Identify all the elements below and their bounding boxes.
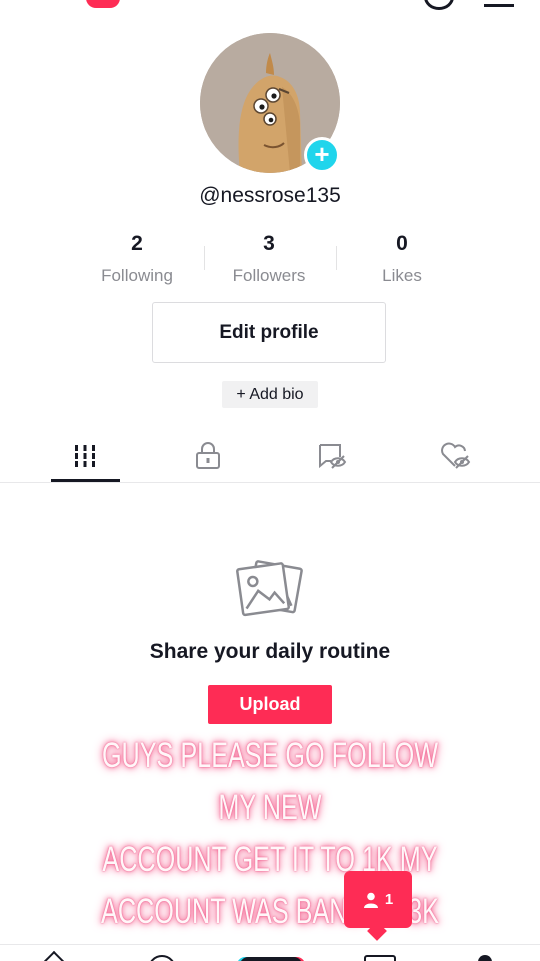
grid-icon <box>75 445 95 467</box>
likes-label: Likes <box>382 266 422 285</box>
overlay-line: GUYS PLEASE GO FOLLOW MY NEW <box>101 736 439 827</box>
add-bio-button[interactable]: + Add bio <box>222 381 318 408</box>
stat-likes[interactable]: 0 Likes <box>337 232 467 286</box>
empty-state-title: Share your daily routine <box>149 640 391 663</box>
tab-private[interactable] <box>178 438 238 474</box>
qr-icon[interactable] <box>424 0 454 10</box>
discover-icon[interactable] <box>148 955 176 961</box>
likes-count: 0 <box>396 232 408 255</box>
followers-label: Followers <box>232 266 306 285</box>
top-bar: ⁺ <box>0 0 540 20</box>
create-button[interactable] <box>240 957 302 961</box>
image-icon <box>234 556 308 622</box>
upload-button[interactable]: Upload <box>208 685 332 724</box>
person-icon <box>363 892 378 908</box>
following-count: 2 <box>131 232 143 255</box>
tab-tagged[interactable] <box>302 438 362 474</box>
followers-count: 3 <box>263 232 275 255</box>
avatar-container: + <box>200 33 340 173</box>
overlay-caption: GUYS PLEASE GO FOLLOW MY NEW ACCOUNT GET… <box>20 730 520 938</box>
following-label: Following <box>101 266 173 285</box>
brand-badge <box>86 0 120 8</box>
tab-videos[interactable] <box>55 438 115 474</box>
menu-icon[interactable] <box>484 0 514 7</box>
tab-liked[interactable] <box>425 438 485 474</box>
avatar-add-button[interactable]: + <box>304 137 340 173</box>
edit-profile-button[interactable]: Edit profile <box>152 302 386 363</box>
liked-icon <box>441 442 471 469</box>
inbox-icon[interactable] <box>364 955 396 961</box>
profile-icon[interactable] <box>478 955 492 961</box>
add-account-icon[interactable]: ⁺ <box>22 0 35 13</box>
bottom-nav <box>0 944 540 961</box>
home-icon[interactable] <box>39 950 69 961</box>
new-follower-notification[interactable]: 1 <box>344 871 412 941</box>
username: @nessrose135 <box>199 184 341 207</box>
stat-followers[interactable]: 3 Followers <box>204 232 334 286</box>
notification-count: 1 <box>384 891 394 908</box>
lock-icon <box>196 442 220 469</box>
tagged-icon <box>319 444 347 469</box>
stat-following[interactable]: 2 Following <box>72 232 202 286</box>
divider <box>0 482 540 483</box>
